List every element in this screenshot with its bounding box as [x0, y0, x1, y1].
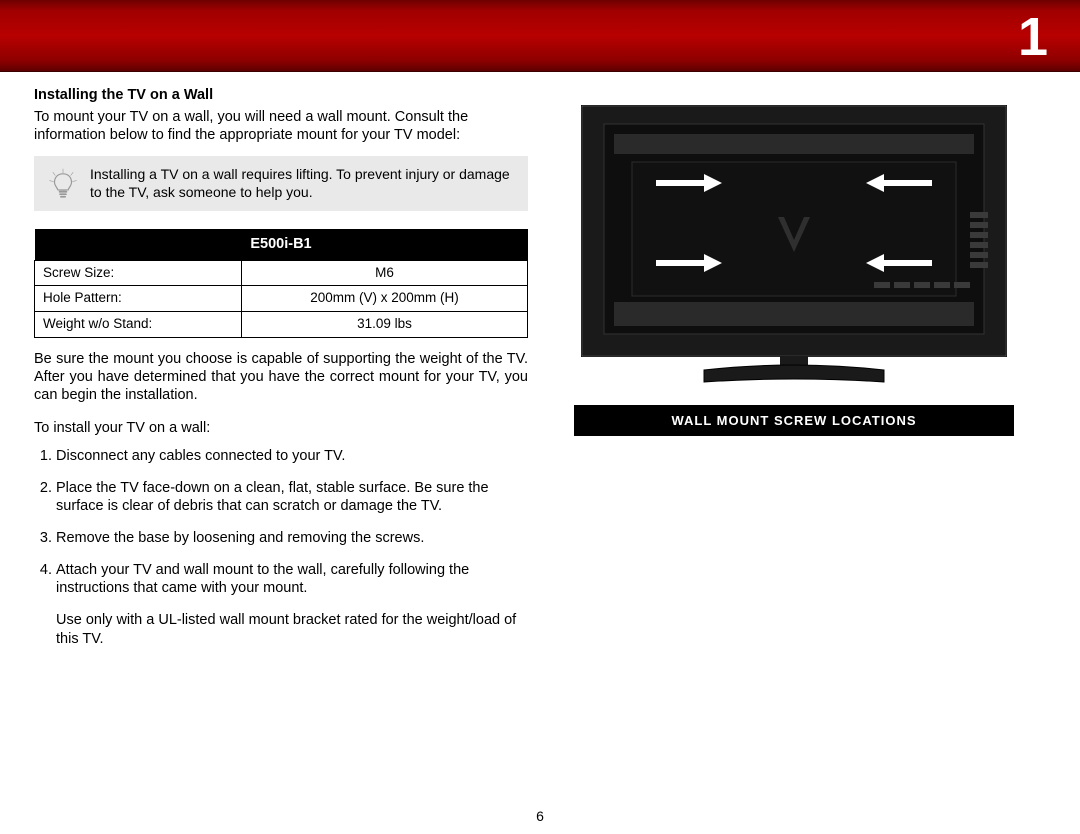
spec-label: Screw Size: — [35, 260, 242, 286]
section-heading: Installing the TV on a Wall — [34, 86, 528, 104]
figure-caption: WALL MOUNT SCREW LOCATIONS — [574, 405, 1014, 436]
pre-list-text: To install your TV on a wall: — [34, 419, 528, 437]
tv-back-illustration — [574, 102, 1014, 392]
tv-back-figure: WALL MOUNT SCREW LOCATIONS — [574, 102, 1014, 436]
header-bar: 1 — [0, 0, 1080, 72]
install-steps-list: Disconnect any cables connected to your … — [34, 447, 528, 648]
spec-value: 200mm (V) x 200mm (H) — [242, 286, 528, 312]
tip-text: Installing a TV on a wall requires lifti… — [90, 166, 516, 201]
list-item: Attach your TV and wall mount to the wal… — [56, 561, 528, 648]
page-number: 6 — [0, 808, 1080, 824]
tip-callout: Installing a TV on a wall requires lifti… — [34, 156, 528, 211]
step-note: Use only with a UL-listed wall mount bra… — [56, 611, 528, 647]
spec-value: M6 — [242, 260, 528, 286]
spec-value: 31.09 lbs — [242, 312, 528, 338]
spec-label: Hole Pattern: — [35, 286, 242, 312]
intro-paragraph: To mount your TV on a wall, you will nee… — [34, 108, 528, 144]
step-4-text: Attach your TV and wall mount to the wal… — [56, 562, 469, 596]
table-row: Weight w/o Stand: 31.09 lbs — [35, 312, 528, 338]
content-area: Installing the TV on a Wall To mount you… — [0, 72, 1080, 662]
list-item: Remove the base by loosening and removin… — [56, 529, 528, 547]
table-row: Screw Size: M6 — [35, 260, 528, 286]
lightbulb-icon — [46, 167, 80, 201]
left-column: Installing the TV on a Wall To mount you… — [34, 86, 528, 662]
list-item: Disconnect any cables connected to your … — [56, 447, 528, 465]
spec-table-header: E500i-B1 — [35, 229, 528, 260]
spec-table: E500i-B1 Screw Size: M6 Hole Pattern: 20… — [34, 229, 528, 338]
list-item: Place the TV face-down on a clean, flat,… — [56, 479, 528, 515]
right-column: WALL MOUNT SCREW LOCATIONS — [574, 86, 1014, 662]
chapter-number: 1 — [1018, 6, 1046, 68]
spec-label: Weight w/o Stand: — [35, 312, 242, 338]
table-row: Hole Pattern: 200mm (V) x 200mm (H) — [35, 286, 528, 312]
after-table-paragraph: Be sure the mount you choose is capable … — [34, 350, 528, 404]
